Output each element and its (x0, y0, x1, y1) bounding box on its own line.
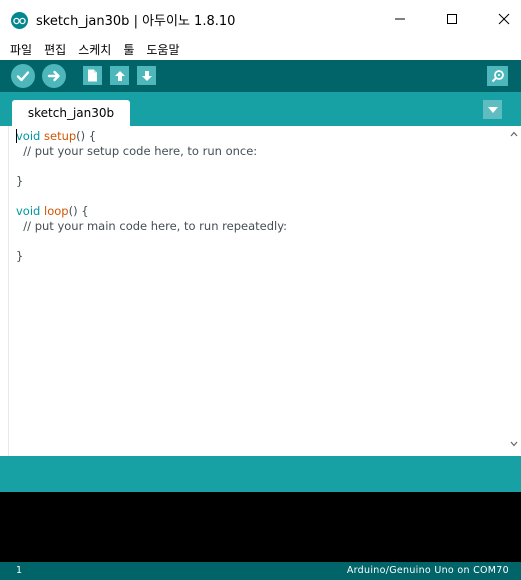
maximize-icon (447, 14, 457, 24)
arrow-up-icon (114, 70, 125, 81)
close-icon (498, 13, 510, 25)
code-editor[interactable]: void setup() { // put your setup code he… (9, 126, 509, 456)
checkmark-icon (16, 71, 30, 82)
menu-tools[interactable]: 툴 (117, 41, 140, 58)
menu-edit[interactable]: 편집 (38, 41, 72, 58)
save-button[interactable] (137, 66, 156, 85)
code-line: // put your setup code here, to run once… (16, 144, 258, 158)
toolbar (0, 60, 521, 92)
editor-gutter (0, 126, 9, 456)
close-button[interactable] (481, 0, 521, 38)
new-file-icon (88, 69, 97, 82)
chevron-down-icon (510, 441, 518, 447)
menu-bar: 파일 편집 스케치 툴 도움말 (0, 38, 521, 60)
minimize-button[interactable] (377, 0, 423, 38)
arrow-right-icon (47, 70, 60, 82)
verify-button[interactable] (11, 64, 35, 88)
code-line: void loop() { (16, 204, 89, 218)
window-title: sketch_jan30b | 아두이노 1.8.10 (36, 14, 236, 29)
tab-strip: sketch_jan30b (0, 92, 521, 126)
console-output[interactable] (0, 492, 521, 562)
minimize-icon (395, 18, 405, 20)
code-line: // put your main code here, to run repea… (16, 219, 288, 233)
magnifier-icon (491, 70, 504, 83)
maximize-button[interactable] (429, 0, 475, 38)
scroll-down-button[interactable] (509, 439, 519, 449)
message-area[interactable] (0, 456, 521, 492)
board-port-label: Arduino/Genuino Uno on COM70 (346, 565, 509, 576)
open-button[interactable] (110, 66, 129, 85)
upload-button[interactable] (42, 64, 66, 88)
menu-help[interactable]: 도움말 (140, 41, 185, 58)
code-line: } (16, 249, 24, 263)
new-button[interactable] (83, 66, 102, 85)
editor-scrollbar[interactable] (507, 126, 521, 456)
code-content: void setup() { // put your setup code he… (16, 129, 287, 264)
triangle-down-icon (487, 106, 498, 113)
status-bar: 1 Arduino/Genuino Uno on COM70 (0, 562, 521, 580)
code-line: void setup() { (16, 129, 97, 143)
serial-monitor-button[interactable] (487, 66, 508, 86)
menu-file[interactable]: 파일 (0, 41, 38, 58)
title-bar: sketch_jan30b | 아두이노 1.8.10 (0, 0, 521, 38)
arrow-down-icon (141, 70, 152, 81)
text-caret (16, 129, 17, 143)
menu-sketch[interactable]: 스케치 (72, 41, 117, 58)
chevron-up-icon (510, 131, 518, 137)
line-number: 1 (16, 565, 23, 576)
tab-sketch[interactable]: sketch_jan30b (12, 100, 130, 126)
code-line: } (16, 174, 24, 188)
tab-menu-button[interactable] (483, 100, 502, 119)
scroll-up-button[interactable] (509, 129, 519, 139)
arduino-logo-icon (11, 12, 28, 29)
